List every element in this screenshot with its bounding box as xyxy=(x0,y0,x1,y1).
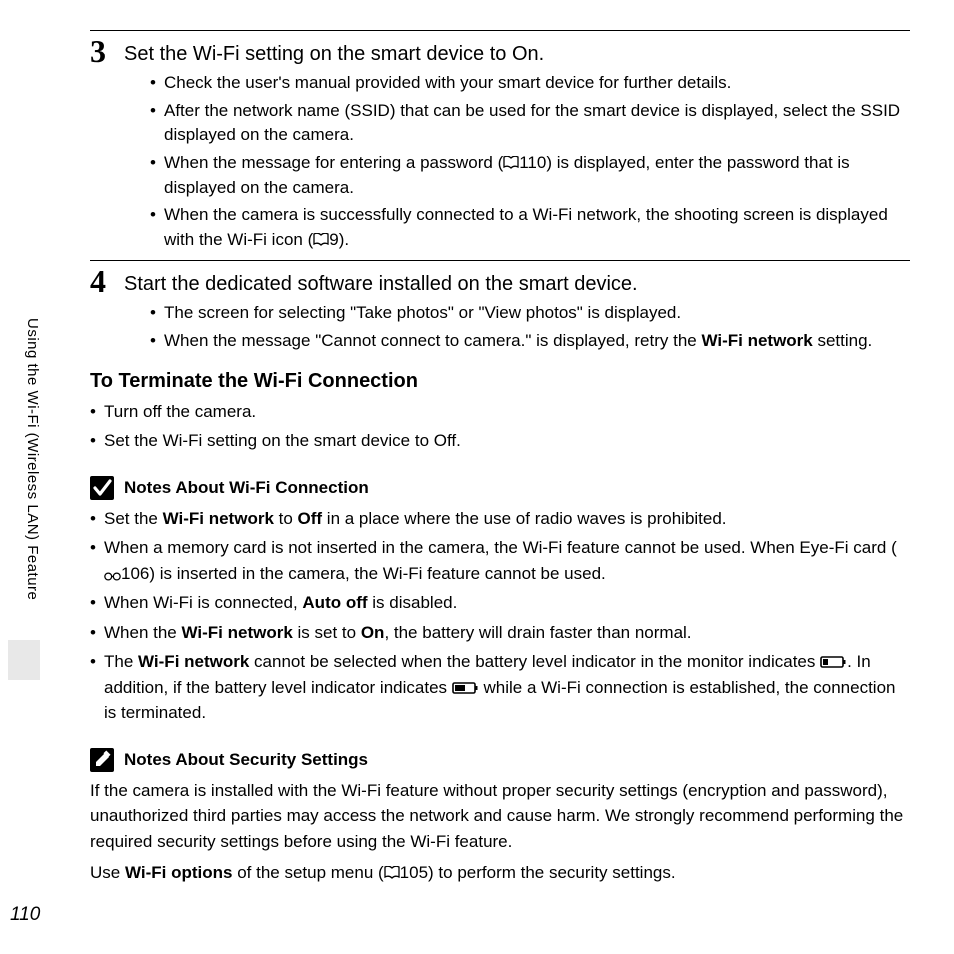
battery-half-icon xyxy=(452,681,479,695)
list-item: Set the Wi-Fi network to Off in a place … xyxy=(90,506,910,532)
battery-low-icon xyxy=(820,655,847,669)
list-item: The Wi-Fi network cannot be selected whe… xyxy=(90,649,910,726)
security-paragraph: If the camera is installed with the Wi-F… xyxy=(90,778,910,855)
list-item: When the message for entering a password… xyxy=(150,151,910,200)
book-icon xyxy=(503,156,519,169)
step-number: 3 xyxy=(90,35,124,67)
notes-security-heading: Notes About Security Settings xyxy=(90,748,910,772)
step-title: Start the dedicated software installed o… xyxy=(124,273,638,296)
step-title: Set the Wi-Fi setting on the smart devic… xyxy=(124,43,544,66)
notes-wifi-heading: Notes About Wi-Fi Connection xyxy=(90,476,910,500)
list-item: When Wi-Fi is connected, Auto off is dis… xyxy=(90,590,910,616)
notes-wifi-bullets: Set the Wi-Fi network to Off in a place … xyxy=(90,506,910,726)
list-item: When the message "Cannot connect to came… xyxy=(150,329,910,354)
note-title: Notes About Security Settings xyxy=(124,750,368,770)
list-item: When the camera is successfully connecte… xyxy=(150,203,910,252)
checkbox-icon xyxy=(90,476,114,500)
list-item: The screen for selecting "Take photos" o… xyxy=(150,301,910,326)
list-item: After the network name (SSID) that can b… xyxy=(150,99,910,148)
page-number: 110 xyxy=(10,904,40,926)
page-content: 3 Set the Wi-Fi setting on the smart dev… xyxy=(90,30,910,892)
note-title: Notes About Wi-Fi Connection xyxy=(124,478,369,498)
book-icon xyxy=(384,866,400,879)
terminate-heading: To Terminate the Wi-Fi Connection xyxy=(90,370,910,393)
step-4: 4 Start the dedicated software installed… xyxy=(90,265,910,297)
list-item: When a memory card is not inserted in th… xyxy=(90,535,910,586)
list-item: Set the Wi-Fi setting on the smart devic… xyxy=(90,428,910,454)
security-paragraph-2: Use Wi-Fi options of the setup menu (105… xyxy=(90,860,910,886)
list-item: Turn off the camera. xyxy=(90,399,910,425)
step-number: 4 xyxy=(90,265,124,297)
side-tab xyxy=(8,640,40,680)
list-item: Check the user's manual provided with yo… xyxy=(150,71,910,96)
step-3: 3 Set the Wi-Fi setting on the smart dev… xyxy=(90,35,910,67)
list-item: When the Wi-Fi network is set to On, the… xyxy=(90,620,910,646)
pencil-icon xyxy=(90,748,114,772)
step-4-bullets: The screen for selecting "Take photos" o… xyxy=(150,301,910,353)
step-3-bullets: Check the user's manual provided with yo… xyxy=(150,71,910,252)
book-icon xyxy=(313,233,329,246)
reference-icon xyxy=(104,572,121,581)
terminate-bullets: Turn off the camera. Set the Wi-Fi setti… xyxy=(90,399,910,454)
side-section-label: Using the Wi-Fi (Wireless LAN) Feature xyxy=(24,318,41,600)
